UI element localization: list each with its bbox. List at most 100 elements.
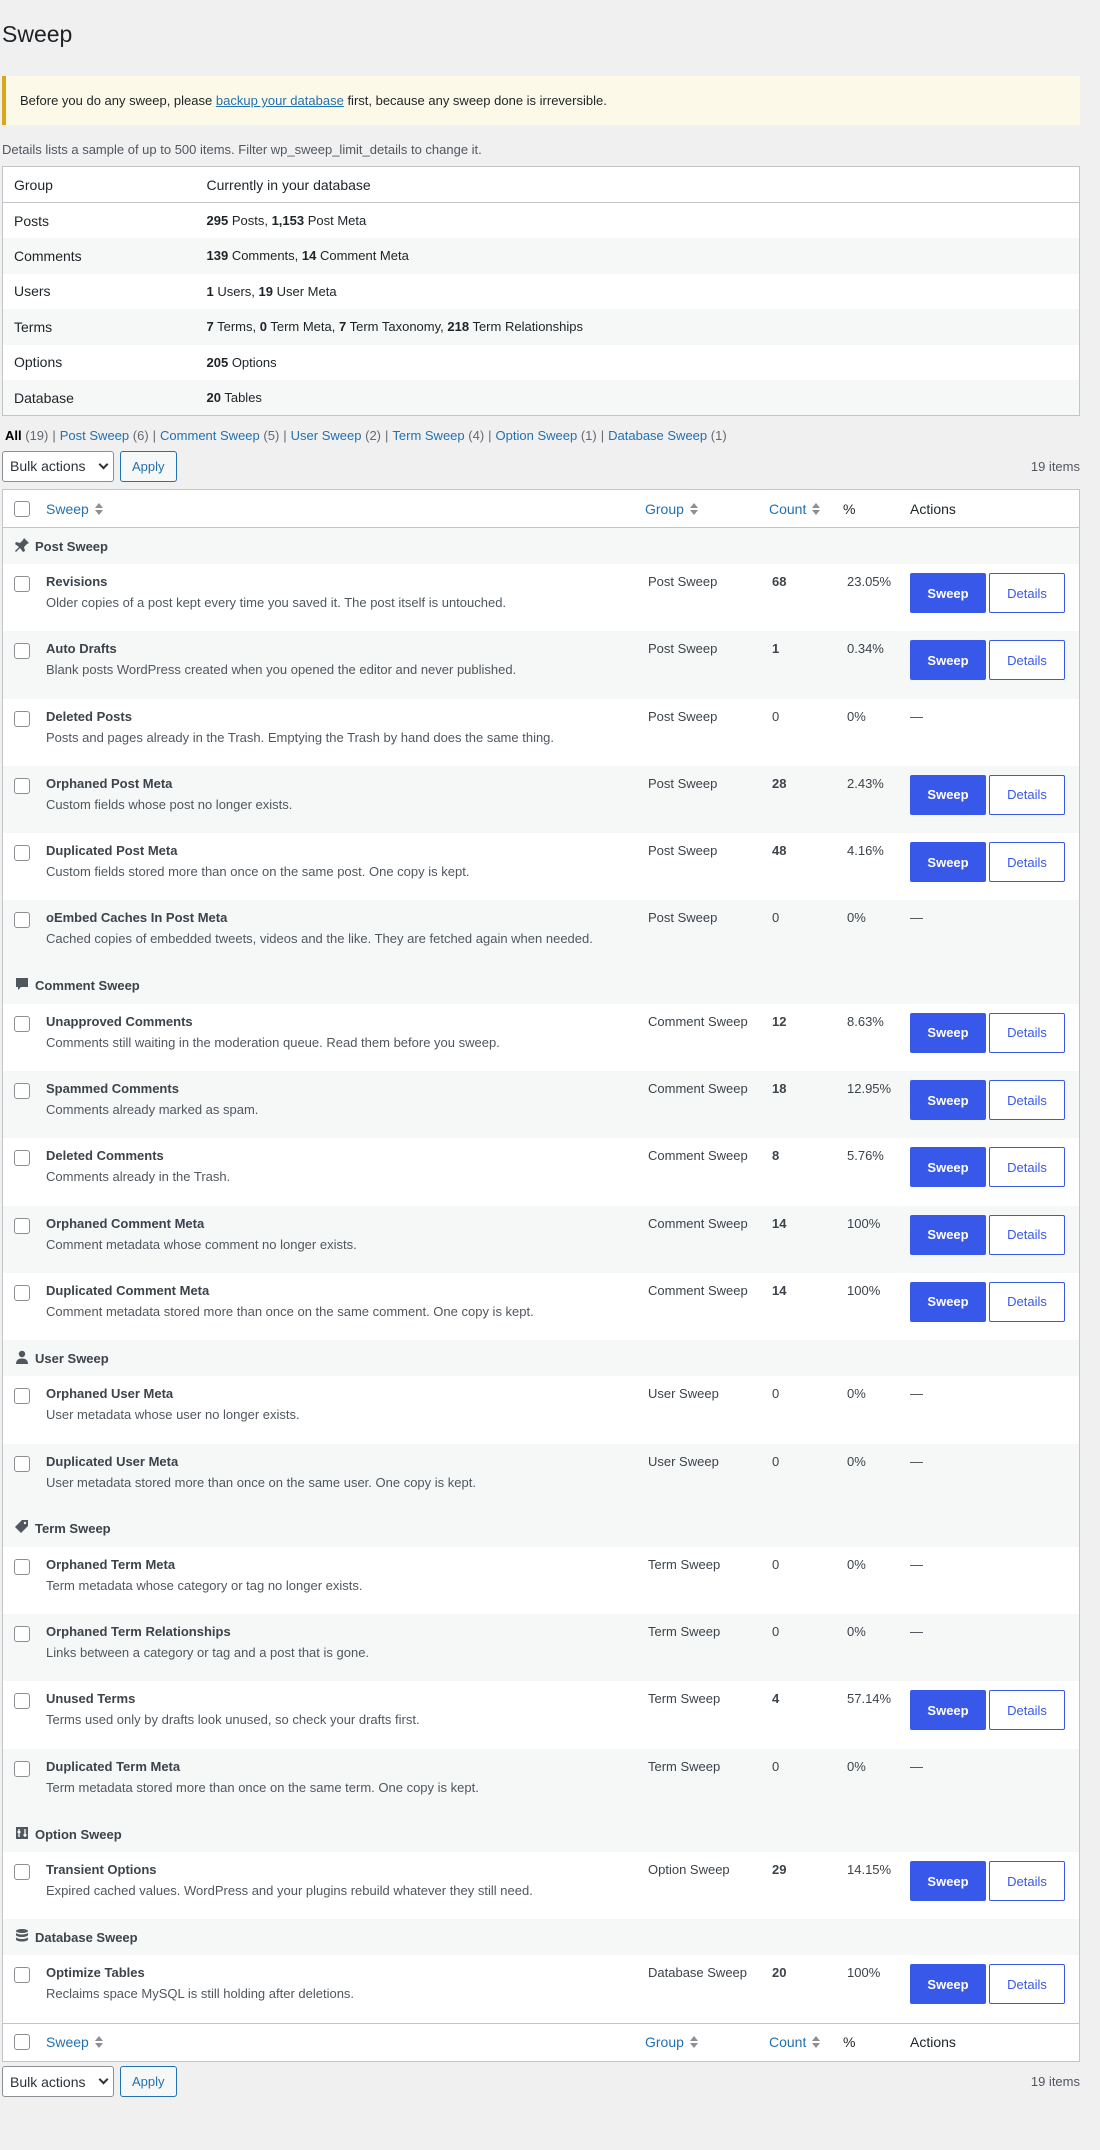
summary-group: Posts <box>14 212 50 229</box>
filter-separator: | <box>488 428 492 443</box>
filter-link[interactable]: Comment Sweep <box>160 428 260 443</box>
sweep-button[interactable]: Sweep <box>910 1080 986 1121</box>
row-checkbox[interactable] <box>14 1864 30 1881</box>
filter-count: (1) <box>580 428 597 443</box>
filter-count: (1) <box>710 428 727 443</box>
filter-link[interactable]: User Sweep <box>291 428 362 443</box>
details-button[interactable]: Details <box>989 1147 1065 1188</box>
filter-link[interactable]: All <box>5 428 22 443</box>
sweep-percent: 5.76% <box>847 1148 884 1164</box>
summary-label: User Meta <box>273 283 337 299</box>
sort-count-link-footer[interactable]: Count <box>769 2034 806 2050</box>
sort-sweep-link[interactable]: Sweep <box>46 501 89 517</box>
summary-header-group: Group <box>2 166 196 203</box>
sweep-button[interactable]: Sweep <box>910 1012 986 1053</box>
sweep-button[interactable]: Sweep <box>910 842 986 883</box>
filter-link[interactable]: Post Sweep <box>60 428 129 443</box>
row-checkbox[interactable] <box>14 1558 30 1575</box>
sweep-count: 0 <box>772 1624 780 1640</box>
sweep-button[interactable]: Sweep <box>910 774 986 815</box>
sweep-percent: 0% <box>847 910 866 926</box>
filter-link[interactable]: Term Sweep <box>392 428 464 443</box>
row-checkbox[interactable] <box>14 912 30 929</box>
sweep-title: Orphaned Term Meta <box>46 1556 176 1572</box>
row-checkbox[interactable] <box>14 1626 30 1643</box>
sweep-button[interactable]: Sweep <box>910 1861 986 1902</box>
sweep-group: Post Sweep <box>648 708 718 724</box>
row-checkbox[interactable] <box>14 1083 30 1100</box>
sort-group-link[interactable]: Group <box>645 501 684 517</box>
bulk-actions-select[interactable]: Bulk actions <box>2 450 114 482</box>
row-checkbox[interactable] <box>14 576 30 592</box>
sweep-actions: Sweep Details <box>910 833 1079 883</box>
sweep-actions: Sweep Details <box>910 564 1079 613</box>
sweep-count: 14 <box>772 1282 787 1298</box>
details-button[interactable]: Details <box>989 1861 1065 1902</box>
details-button[interactable]: Details <box>989 1281 1065 1322</box>
summary-group: Comments <box>2 238 196 274</box>
row-checkbox[interactable] <box>14 1150 30 1167</box>
sweep-name-cell: Orphaned Comment Meta Comment metadata wh… <box>46 1206 645 1254</box>
sort-count-link[interactable]: Count <box>769 501 806 517</box>
sweep-name-cell: Duplicated Comment Meta Comment metadata … <box>46 1273 645 1321</box>
details-button[interactable]: Details <box>989 1214 1065 1255</box>
sweep-button[interactable]: Sweep <box>910 1964 986 2005</box>
apply-button[interactable]: Apply <box>120 450 177 482</box>
row-checkbox[interactable] <box>14 1388 30 1405</box>
sort-icon <box>94 502 103 515</box>
sweep-percent: 0% <box>847 1624 866 1640</box>
filter-count: (2) <box>365 428 381 443</box>
select-all-checkbox[interactable] <box>14 500 30 517</box>
sweep-button[interactable]: Sweep <box>910 1147 986 1188</box>
details-button[interactable]: Details <box>989 842 1065 883</box>
sweep-button[interactable]: Sweep <box>910 1214 986 1255</box>
row-checkbox[interactable] <box>14 1217 30 1234</box>
row-checkbox-cell <box>3 1444 46 1472</box>
sweep-button[interactable]: Sweep <box>910 1281 986 1322</box>
row-checkbox[interactable] <box>14 1455 30 1472</box>
sweep-actions: Sweep Details <box>910 1206 1079 1255</box>
sweep-count: 8 <box>772 1148 780 1164</box>
details-button[interactable]: Details <box>989 573 1065 613</box>
sweep-name-cell: Revisions Older copies of a post kept eve… <box>46 564 645 612</box>
sweep-title: Deleted Comments <box>46 1148 164 1164</box>
row-checkbox[interactable] <box>14 710 30 727</box>
row-checkbox[interactable] <box>14 1015 30 1032</box>
row-checkbox[interactable] <box>14 1760 30 1777</box>
details-button[interactable]: Details <box>989 1080 1065 1121</box>
filter-link[interactable]: Option Sweep <box>496 428 578 443</box>
details-button[interactable]: Details <box>989 774 1065 815</box>
summary-label: Terms, <box>213 319 260 335</box>
summary-label: Tables <box>220 390 262 405</box>
sweep-row: Transient Options Expired cached values. … <box>3 1852 1079 1919</box>
row-checkbox[interactable] <box>14 845 30 862</box>
details-button[interactable]: Details <box>989 1012 1065 1053</box>
bulk-actions-select-bottom[interactable]: Bulk actions <box>2 2066 114 2098</box>
sweep-button[interactable]: Sweep <box>910 1690 986 1731</box>
sweep-row: Orphaned Term Relationships Links between… <box>3 1614 1079 1682</box>
sweep-name-cell: Duplicated Post Meta Custom fields stored… <box>46 833 645 881</box>
sort-sweep-link-footer[interactable]: Sweep <box>46 2034 89 2050</box>
sweep-button[interactable]: Sweep <box>910 573 986 613</box>
sort-group-link-footer[interactable]: Group <box>645 2034 684 2050</box>
row-checkbox[interactable] <box>14 643 30 660</box>
row-checkbox[interactable] <box>14 1967 30 1984</box>
sweep-button[interactable]: Sweep <box>910 640 986 681</box>
sweep-group: Comment Sweep <box>648 1215 748 1231</box>
no-action-dash: — <box>910 1758 923 1774</box>
row-checkbox[interactable] <box>14 1693 30 1710</box>
filter-link[interactable]: Database Sweep <box>608 428 707 443</box>
sweep-percent: 12.95% <box>847 1081 892 1097</box>
backup-database-link[interactable]: backup your database <box>216 93 344 108</box>
select-all-checkbox-footer[interactable] <box>14 2034 30 2051</box>
row-checkbox[interactable] <box>14 777 30 794</box>
sweep-title: Unused Terms <box>46 1691 136 1707</box>
details-button[interactable]: Details <box>989 1690 1065 1731</box>
no-action-dash: — <box>910 910 923 926</box>
summary-group: Database <box>2 380 196 416</box>
details-button[interactable]: Details <box>989 640 1065 681</box>
apply-button-bottom[interactable]: Apply <box>120 2066 177 2098</box>
tag-icon <box>14 1519 35 1538</box>
details-button[interactable]: Details <box>989 1964 1065 2005</box>
row-checkbox[interactable] <box>14 1284 30 1301</box>
